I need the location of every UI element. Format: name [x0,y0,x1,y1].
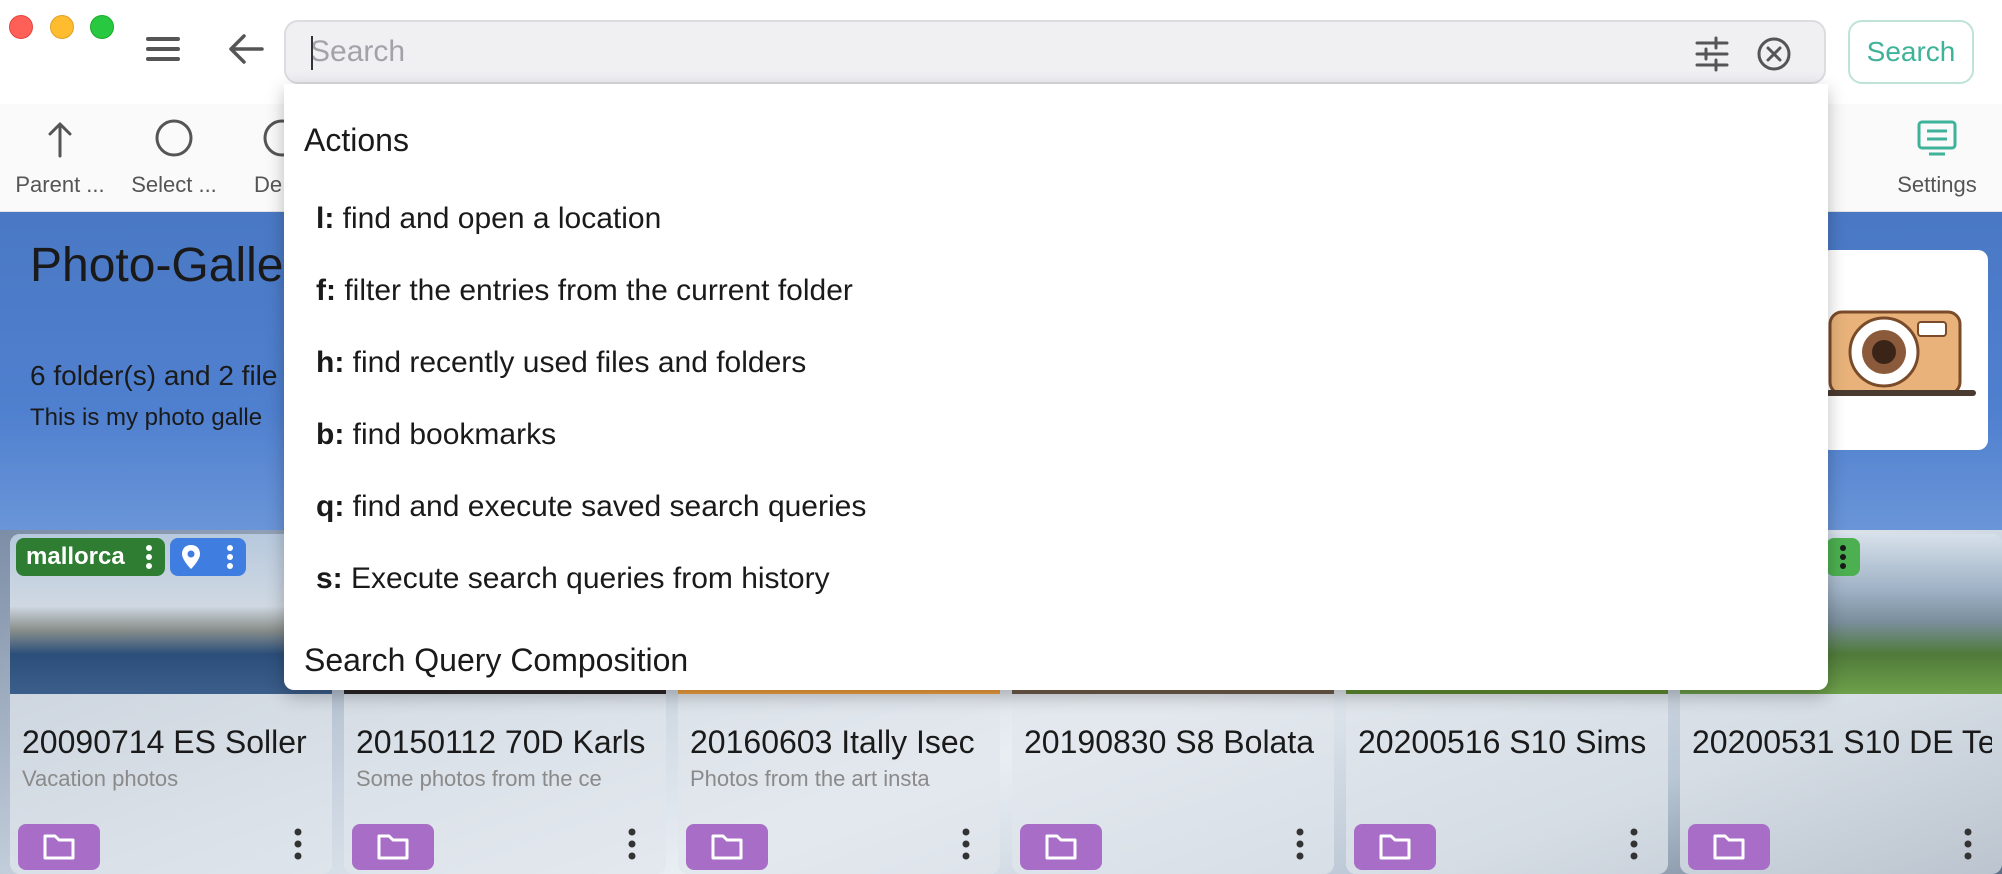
circle-icon [263,119,286,157]
action-text: find and open a location [342,202,662,235]
folder-description: This is my photo galle [30,404,263,431]
folder-subtitle: Vacation photos [22,766,179,791]
search-input[interactable] [310,30,1690,74]
search-box [284,20,1826,84]
open-folder-button[interactable] [18,824,100,870]
folder-icon [1045,834,1077,860]
camera-icon [1826,310,1976,396]
folder-icon [711,834,743,860]
folder-thumbnail-card [1820,250,1988,450]
folder-name: 20150112 70D Karls [356,724,646,760]
arrow-up-icon [48,122,72,158]
action-key: h: [316,346,345,379]
hamburger-menu-icon[interactable] [140,28,186,70]
window-zoom-button[interactable] [90,15,114,39]
folder-name: 20200531 S10 DE Te [1692,724,1992,760]
action-key: b: [316,418,345,451]
folder-icon [377,834,409,860]
action-text: find recently used files and folders [352,346,807,379]
select-all-label: Select ... [131,172,217,197]
folder-title: Photo-Galler [30,239,300,292]
action-item-bookmarks[interactable]: b: find bookmarks [316,418,556,452]
back-arrow-icon[interactable] [222,26,268,72]
open-folder-button[interactable] [1020,824,1102,870]
folder-icon [1713,834,1745,860]
more-vert-icon[interactable] [1288,824,1312,864]
text-caret [311,36,313,70]
more-vert-icon[interactable] [954,824,978,864]
folder-name: 20200516 S10 Sims [1358,724,1647,760]
open-folder-button[interactable] [352,824,434,870]
geo-tag-chip[interactable] [170,538,246,576]
action-item-history[interactable]: h: find recently used files and folders [316,346,806,380]
select-all-button[interactable]: Select ... [114,116,234,206]
folder-icon [1379,834,1411,860]
folder-subtitle: Some photos from the ce [356,766,602,791]
more-vert-icon[interactable] [1835,544,1851,570]
open-folder-button[interactable] [686,824,768,870]
action-item-filter[interactable]: f: filter the entries from the current f… [316,274,853,308]
settings-label: Settings [1897,172,1977,197]
action-text: find bookmarks [352,418,557,451]
more-vert-icon[interactable] [1622,824,1646,864]
more-vert-icon[interactable] [620,824,644,864]
tag-label: mallorca [26,543,125,570]
more-vert-icon[interactable] [222,544,238,570]
folder-subtitle: Photos from the art insta [690,766,930,791]
parent-folder-button[interactable]: Parent ... [0,116,120,206]
window-minimize-button[interactable] [50,15,74,39]
circle-icon [155,119,193,157]
action-text: find and execute saved search queries [352,490,867,523]
action-text: filter the entries from the current fold… [344,274,853,307]
action-item-saved-queries[interactable]: q: find and execute saved search queries [316,490,866,524]
action-item-location[interactable]: l: find and open a location [316,202,661,236]
more-vert-icon[interactable] [141,544,157,570]
folder-name: 20160603 Itally Isec [690,724,975,760]
folder-name: 20190830 S8 Bolata [1024,724,1315,760]
folder-summary: 6 folder(s) and 2 file [30,360,278,391]
search-suggestions-dropdown: Actions l: find and open a location f: f… [284,84,1828,690]
clear-search-icon[interactable] [1754,34,1794,74]
details-label: De [254,172,283,197]
more-vert-icon[interactable] [286,824,310,864]
settings-monitor-icon [1917,120,1957,156]
parent-folder-label: Parent ... [15,172,105,197]
folder-icon [43,834,75,860]
action-key: q: [316,490,345,523]
actions-header: Actions [304,122,409,158]
location-pin-icon [182,545,200,569]
composition-header: Search Query Composition [304,642,689,678]
action-key: l: [316,202,335,235]
window-close-button[interactable] [9,15,33,39]
action-key: f: [316,274,336,307]
action-key: s: [316,562,343,595]
folder-name: 20090714 ES Soller [22,724,307,760]
action-text: Execute search queries from history [351,562,830,595]
tag-chip[interactable]: mallorca [16,538,165,576]
more-vert-icon[interactable] [1956,824,1980,864]
details-button[interactable]: De [230,116,286,206]
search-button[interactable]: Search [1848,20,1974,84]
tune-filter-icon[interactable] [1694,36,1730,72]
action-item-search-history[interactable]: s: Execute search queries from history [316,562,830,596]
open-folder-button[interactable] [1688,824,1770,870]
settings-button[interactable]: Settings [1877,116,1997,206]
open-folder-button[interactable] [1354,824,1436,870]
tag-chip[interactable] [1826,538,1860,576]
